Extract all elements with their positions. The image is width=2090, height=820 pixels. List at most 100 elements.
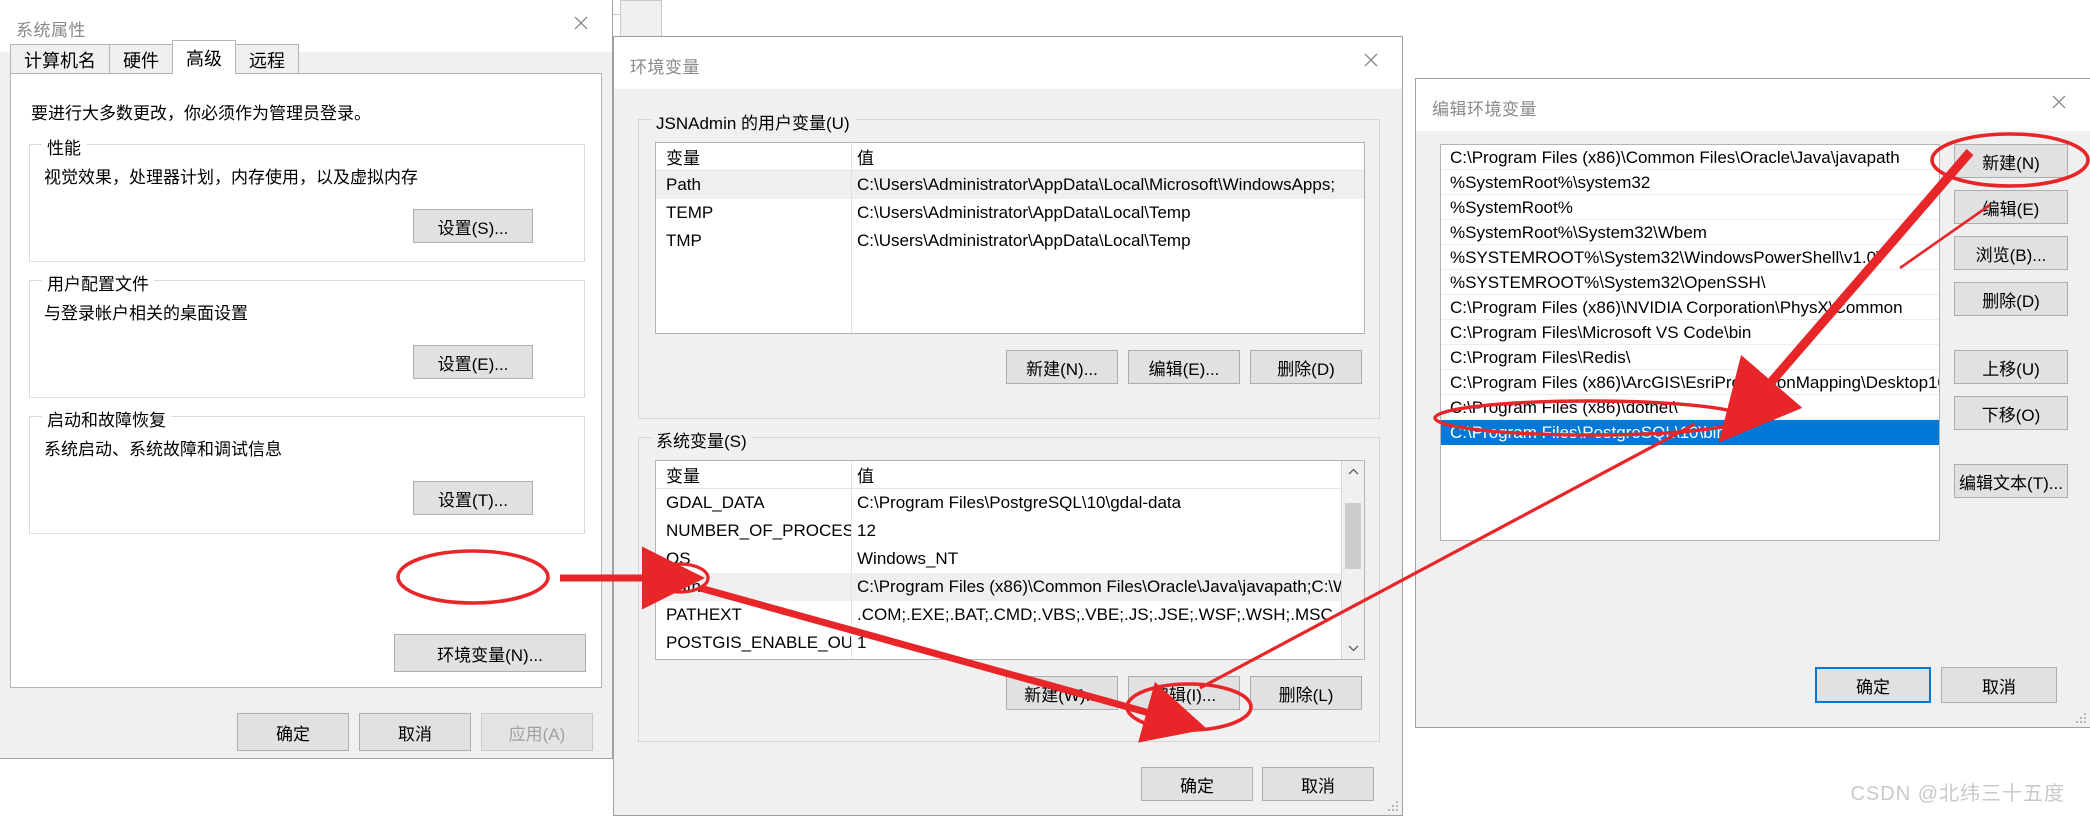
environment-variables-button[interactable]: 环境变量(N)... [394, 634, 586, 672]
list-item[interactable]: C:\Program Files (x86)\dotnet\ [1441, 395, 1939, 420]
user-delete-button[interactable]: 删除(D) [1250, 350, 1362, 384]
table-row[interactable]: PATHEXT .COM;.EXE;.BAT;.CMD;.VBS;.VBE;.J… [656, 601, 1364, 629]
edit-environment-variable-dialog[interactable]: 编辑环境变量 C:\Program Files (x86)\Common Fil… [1415, 78, 2090, 728]
system-properties-title: 系统属性 [16, 21, 86, 40]
table-row[interactable]: GDAL_DATA C:\Program Files\PostgreSQL\10… [656, 489, 1364, 517]
apply-button: 应用(A) [481, 713, 593, 751]
user-variables-group-label: JSNAdmin 的用户变量(U) [651, 109, 855, 134]
list-item[interactable]: C:\Program Files\Redis\ [1441, 345, 1939, 370]
user-variables-group: JSNAdmin 的用户变量(U) 变量 值 Path C:\Users\Adm… [638, 109, 1380, 419]
button-label: 设置(E)... [437, 354, 509, 374]
user-new-button[interactable]: 新建(N)... [1006, 350, 1118, 384]
vertical-scrollbar[interactable] [1341, 461, 1364, 659]
list-item[interactable]: %SystemRoot%\System32\Wbem [1441, 220, 1939, 245]
browse-button[interactable]: 浏览(B)... [1954, 236, 2068, 270]
button-label: 编辑(E)... [1148, 359, 1220, 379]
table-row[interactable]: TEMP C:\Users\Administrator\AppData\Loca… [656, 199, 1364, 227]
tab-remote[interactable]: 远程 [235, 44, 299, 74]
resize-grip[interactable] [1385, 798, 1398, 811]
system-new-button[interactable]: 新建(W)... [1006, 676, 1118, 710]
button-label: 新建(W)... [1024, 685, 1100, 705]
user-profiles-description: 与登录帐户相关的桌面设置 [44, 304, 248, 323]
move-up-button[interactable]: 上移(U) [1954, 350, 2068, 384]
table-row[interactable]: NUMBER_OF_PROCESSORS 12 [656, 517, 1364, 545]
system-variables-table[interactable]: 变量 值 GDAL_DATA C:\Program Files\PostgreS… [655, 460, 1365, 660]
path-entry: C:\Program Files\PostgreSQL\10\bin [1450, 423, 1726, 442]
tab-label: 硬件 [123, 50, 159, 71]
ok-button[interactable]: 确定 [1815, 667, 1931, 703]
close-icon[interactable] [550, 0, 612, 46]
tab-advanced[interactable]: 高级 [172, 40, 236, 74]
button-label: 编辑文本(T)... [1959, 473, 2063, 493]
delete-button[interactable]: 删除(D) [1954, 282, 2068, 316]
list-item[interactable]: %SYSTEMROOT%\System32\WindowsPowerShell\… [1441, 245, 1939, 270]
startup-recovery-description: 系统启动、系统故障和调试信息 [44, 440, 282, 459]
resize-grip[interactable] [2073, 710, 2086, 723]
edit-button[interactable]: 编辑(E) [1954, 190, 2068, 224]
close-icon[interactable] [2028, 79, 2090, 125]
button-label: 取消 [398, 724, 432, 744]
user-profiles-settings-button[interactable]: 设置(E)... [413, 345, 533, 379]
button-label: 下移(O) [1981, 405, 2041, 425]
performance-settings-button[interactable]: 设置(S)... [413, 209, 533, 243]
cancel-button[interactable]: 取消 [359, 713, 471, 751]
advanced-intro-text: 要进行大多数更改，你必须作为管理员登录。 [31, 104, 371, 123]
scrollbar-thumb[interactable] [1345, 503, 1361, 569]
button-label: 设置(T)... [438, 490, 508, 510]
scroll-down-icon[interactable] [1342, 637, 1364, 659]
system-properties-dialog[interactable]: 系统属性 计算机名 硬件 高级 远程 要进行大多数更改，你必须作为管理员登录。 … [0, 0, 613, 759]
list-item[interactable]: C:\Program Files (x86)\ArcGIS\EsriProduc… [1441, 370, 1939, 395]
column-header-value: 值 [857, 467, 874, 486]
list-item[interactable]: %SystemRoot% [1441, 195, 1939, 220]
list-item[interactable]: C:\Program Files\Microsoft VS Code\bin [1441, 320, 1939, 345]
list-item-selected[interactable]: C:\Program Files\PostgreSQL\10\bin [1441, 420, 1939, 445]
user-variables-table[interactable]: 变量 值 Path C:\Users\Administrator\AppData… [655, 142, 1365, 334]
environment-variables-title: 环境变量 [630, 58, 700, 77]
environment-variables-titlebar: 环境变量 [614, 37, 1402, 89]
path-entry: C:\Program Files (x86)\ArcGIS\EsriProduc… [1450, 373, 1939, 392]
tab-computer-name[interactable]: 计算机名 [10, 44, 110, 74]
tab-label: 高级 [186, 48, 222, 69]
table-row[interactable]: TMP C:\Users\Administrator\AppData\Local… [656, 227, 1364, 255]
system-properties-tabs[interactable]: 计算机名 硬件 高级 远程 [10, 40, 299, 74]
ok-button[interactable]: 确定 [1141, 767, 1253, 801]
button-label: 删除(D) [1982, 291, 2040, 311]
move-down-button[interactable]: 下移(O) [1954, 396, 2068, 430]
table-row[interactable]: Path C:\Users\Administrator\AppData\Loca… [656, 171, 1364, 199]
table-row[interactable]: POSTGIS_ENABLE_OUTDB _... 1 [656, 629, 1364, 657]
button-label: 设置(S)... [437, 218, 509, 238]
cancel-button[interactable]: 取消 [1262, 767, 1374, 801]
cancel-button[interactable]: 取消 [1941, 667, 2057, 703]
list-item[interactable]: C:\Program Files (x86)\Common Files\Orac… [1441, 145, 1939, 170]
variable-name: TEMP [666, 203, 714, 222]
scroll-up-icon[interactable] [1342, 461, 1364, 483]
tab-label: 远程 [249, 50, 285, 71]
user-edit-button[interactable]: 编辑(E)... [1128, 350, 1240, 384]
system-edit-button[interactable]: 编辑(I)... [1128, 676, 1240, 710]
path-entry: C:\Program Files (x86)\NVIDIA Corporatio… [1450, 298, 1903, 317]
table-header: 变量 值 [656, 461, 1364, 489]
table-row[interactable]: POSTGIS_GDAL_ENABLED _... GTiff PNG JPEG… [656, 657, 1364, 659]
variable-value: Windows_NT [857, 549, 959, 568]
path-entries-list[interactable]: C:\Program Files (x86)\Common Files\Orac… [1440, 144, 1940, 541]
table-row[interactable]: Path C:\Program Files (x86)\Common Files… [656, 573, 1364, 601]
variable-name: Path [666, 577, 701, 596]
table-row[interactable]: OS Windows_NT [656, 545, 1364, 573]
column-divider [851, 461, 852, 659]
tab-hardware[interactable]: 硬件 [109, 44, 173, 74]
list-item[interactable]: %SYSTEMROOT%\System32\OpenSSH\ [1441, 270, 1939, 295]
close-icon[interactable] [1340, 37, 1402, 83]
system-delete-button[interactable]: 删除(L) [1250, 676, 1362, 710]
variable-name: GDAL_DATA [666, 493, 765, 512]
button-label: 浏览(B)... [1975, 245, 2047, 265]
list-item[interactable]: C:\Program Files (x86)\NVIDIA Corporatio… [1441, 295, 1939, 320]
startup-recovery-settings-button[interactable]: 设置(T)... [413, 481, 533, 515]
environment-variables-dialog[interactable]: 环境变量 JSNAdmin 的用户变量(U) 变量 值 Path C:\User… [613, 36, 1403, 816]
edit-text-button[interactable]: 编辑文本(T)... [1954, 464, 2068, 498]
ok-button[interactable]: 确定 [237, 713, 349, 751]
list-item[interactable]: %SystemRoot%\system32 [1441, 170, 1939, 195]
variable-name: TMP [666, 231, 702, 250]
button-label: 确定 [1180, 776, 1214, 796]
user-profiles-group-label: 用户配置文件 [42, 270, 154, 295]
new-button[interactable]: 新建(N) [1954, 144, 2068, 178]
